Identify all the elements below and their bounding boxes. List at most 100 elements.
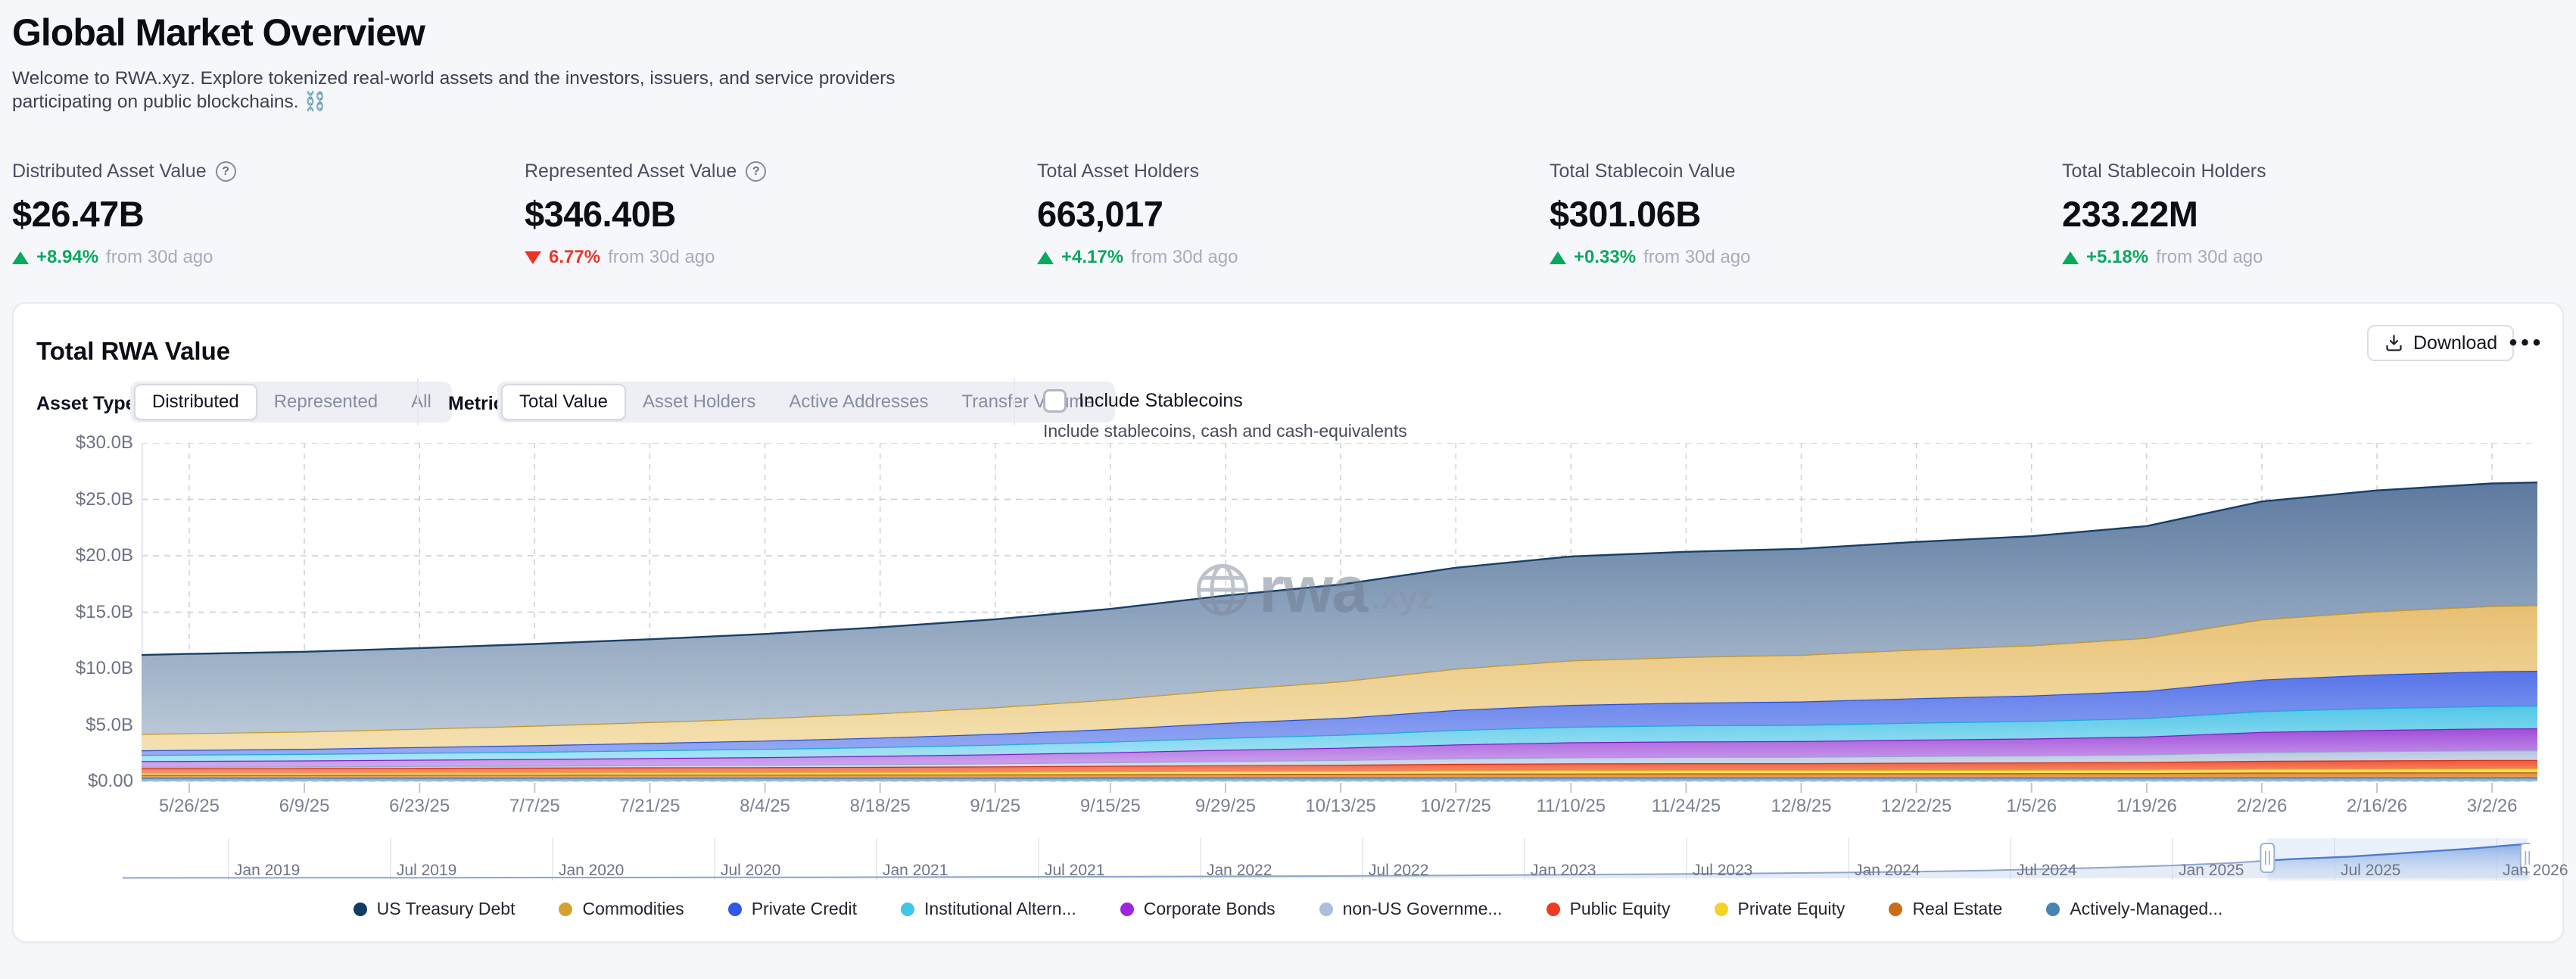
x-axis-tick-label: 10/13/25 [1280,796,1401,817]
stat-represented-asset-value: Represented Asset Value ? $346.40B 6.77%… [525,161,1037,268]
global-market-overview-page: Global Market Overview Welcome to RWA.xy… [0,0,2576,979]
timeline-label: Jan 2020 [559,862,624,880]
stat-label: Total Asset Holders [1037,161,1199,182]
legend-dot-icon [1547,903,1560,916]
timeline-label: Jan 2023 [1531,862,1596,880]
delta-triangle-icon [1037,251,1054,264]
help-icon[interactable]: ? [746,161,766,182]
timeline-label: Jul 2019 [397,862,456,880]
timeline-label: Jan 2022 [1207,862,1272,880]
timeline-label: Jan 2024 [1855,862,1920,880]
y-axis-tick-label: $5.0B [26,715,133,736]
more-options-button[interactable]: ••• [2504,325,2550,361]
card-title: Total RWA Value [36,337,230,366]
metric-segmented-control: Total Value Asset Holders Active Address… [497,382,1115,422]
download-button[interactable]: Download [2367,325,2514,361]
stat-delta: +0.33% from 30d ago [1550,247,2062,268]
legend-item[interactable]: Public Equity [1547,899,1671,919]
x-axis-tick-label: 3/2/26 [2431,796,2553,817]
legend-item[interactable]: Private Credit [728,899,857,919]
legend-item[interactable]: Corporate Bonds [1120,899,1276,919]
stat-total-stablecoin-holders: Total Stablecoin Holders ? 233.22M +5.18… [2062,161,2574,268]
timeline-label: Jul 2023 [1693,862,1752,880]
timeline-label: Jul 2022 [1369,862,1428,880]
timeline-label: Jul 2025 [2341,862,2400,880]
legend-item[interactable]: non-US Governme... [1319,899,1503,919]
stats-row: Distributed Asset Value ? $26.47B +8.94%… [12,161,2574,268]
x-axis-tick-label: 7/7/25 [474,796,595,817]
stat-label: Distributed Asset Value [12,161,207,182]
legend-label: Corporate Bonds [1144,899,1276,919]
legend-label: Private Credit [752,899,857,919]
x-axis-tick-label: 9/15/25 [1050,796,1171,817]
legend-dot-icon [2046,903,2060,916]
legend-dot-icon [1120,903,1134,916]
legend-item[interactable]: Institutional Altern... [901,899,1076,919]
include-stablecoins-checkbox[interactable] [1043,389,1067,413]
y-axis-tick-label: $20.0B [26,545,133,566]
legend-dot-icon [559,903,572,916]
legend-dot-icon [1319,903,1333,916]
legend-item[interactable]: Commodities [559,899,684,919]
download-icon [2384,333,2404,354]
delta-triangle-icon [525,251,541,264]
x-axis-tick-label: 12/22/25 [1856,796,1977,817]
brush-handle[interactable] [2260,843,2274,872]
legend-dot-icon [354,903,367,916]
metric-option-active-addresses[interactable]: Active Addresses [772,385,945,419]
stat-delta: +5.18% from 30d ago [2062,247,2574,268]
y-axis-tick-label: $0.00 [26,771,133,792]
timeline-label: Jan 2021 [883,862,948,880]
chart-legend: US Treasury Debt Commodities Private Credi… [14,899,2562,919]
legend-item[interactable]: Actively-Managed... [2046,899,2222,919]
y-axis-tick-label: $30.0B [26,432,133,454]
legend-item[interactable]: Private Equity [1715,899,1846,919]
page-title: Global Market Overview [12,11,898,55]
include-stablecoins-row: Include Stablecoins [1043,389,1243,413]
asset-type-segmented-control: Distributed Represented All [130,382,452,422]
stat-value: $301.06B [1550,193,2062,235]
page-subtitle: Welcome to RWA.xyz. Explore tokenized re… [12,67,898,114]
timeline-brush[interactable]: Jan 2019 Jul 2019 Jan 2020 Jul 2020 Jan 2021… [123,838,2530,884]
help-icon[interactable]: ? [216,161,236,182]
stat-value: 233.22M [2062,193,2574,235]
legend-dot-icon [1889,903,1902,916]
y-axis-tick-label: $15.0B [26,602,133,623]
include-stablecoins-label[interactable]: Include Stablecoins [1079,390,1243,412]
metric-option-asset-holders[interactable]: Asset Holders [626,385,772,419]
legend-dot-icon [901,903,914,916]
stat-delta: +4.17% from 30d ago [1037,247,1550,268]
legend-label: Institutional Altern... [924,899,1076,919]
x-axis-tick-label: 6/23/25 [359,796,480,817]
download-label: Download [2413,332,2497,354]
x-axis-tick-label: 6/9/25 [244,796,365,817]
legend-item[interactable]: US Treasury Debt [354,899,516,919]
asset-type-label: Asset Type [36,393,136,415]
stat-label: Represented Asset Value [525,161,737,182]
total-rwa-value-card: Total RWA Value Download ••• Asset Type … [12,302,2564,943]
ellipsis-icon: ••• [2509,330,2545,356]
timeline-label: Jul 2024 [2017,862,2076,880]
divider [1014,379,1015,426]
legend-label: Public Equity [1570,899,1671,919]
x-axis-tick-label: 11/10/25 [1510,796,1631,817]
stat-value: 663,017 [1037,193,1550,235]
x-axis-tick-label: 5/26/25 [129,796,250,817]
metric-option-total-value[interactable]: Total Value [501,384,626,420]
x-axis-tick-label: 8/18/25 [820,796,941,817]
timeline-label: Jul 2020 [721,862,780,880]
x-axis-tick-label: 10/27/25 [1395,796,1516,817]
timeline-label: Jan 2019 [235,862,300,880]
asset-type-option-distributed[interactable]: Distributed [134,384,257,420]
asset-type-option-represented[interactable]: Represented [257,385,394,419]
legend-label: Actively-Managed... [2070,899,2222,919]
y-axis-tick-label: $10.0B [26,658,133,679]
stat-delta: +8.94% from 30d ago [12,247,525,268]
timeline-label: Jul 2021 [1045,862,1104,880]
x-axis-tick-label: 9/29/25 [1165,796,1286,817]
legend-item[interactable]: Real Estate [1889,899,2002,919]
legend-dot-icon [728,903,742,916]
asset-type-option-all[interactable]: All [394,385,448,419]
timeline-label: Jan 2026 [2503,862,2568,880]
stacked-area-chart[interactable] [142,443,2537,795]
